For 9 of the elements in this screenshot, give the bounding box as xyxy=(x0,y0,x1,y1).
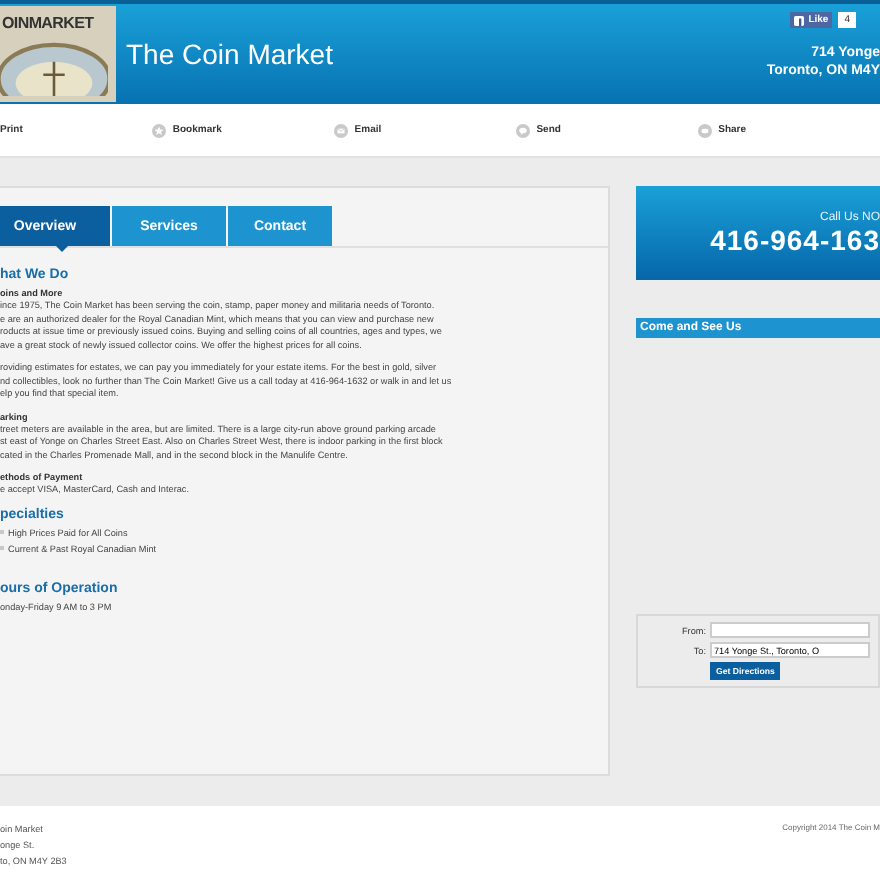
chat-icon xyxy=(698,123,713,137)
speech-bubble-icon xyxy=(516,123,531,137)
logo: OINMARKET xyxy=(0,6,116,102)
star-icon xyxy=(152,123,167,137)
facebook-icon xyxy=(794,15,805,25)
input-field[interactable] xyxy=(710,622,870,638)
envelope-icon xyxy=(334,123,349,137)
site-title: The Coin Market xyxy=(126,38,333,70)
phone-number: 416-964-163 xyxy=(710,223,880,255)
